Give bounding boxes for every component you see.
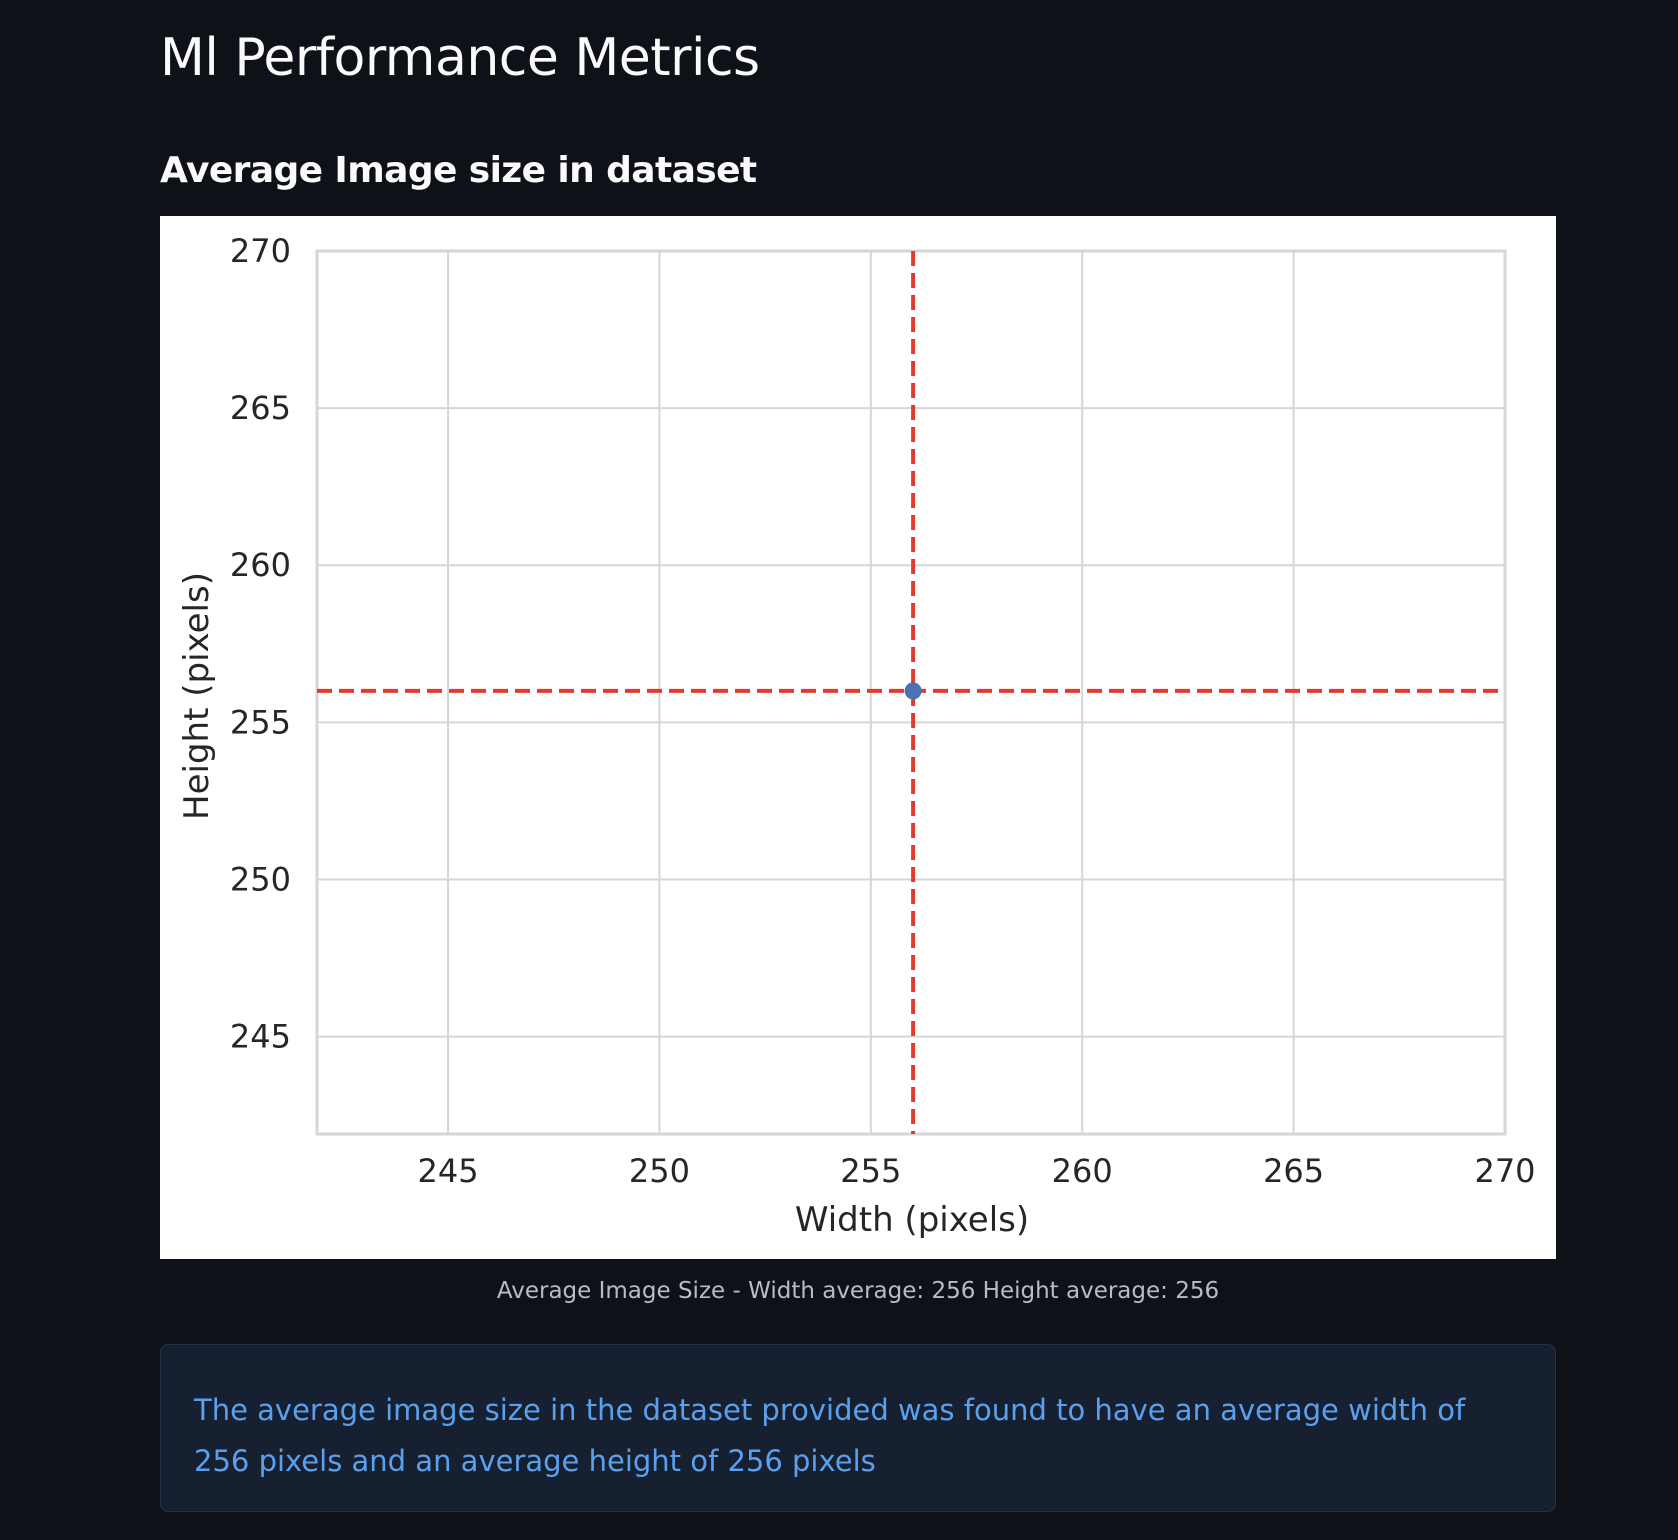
y-tick-label: 255	[230, 703, 291, 741]
page-title: Ml Performance Metrics	[160, 28, 760, 88]
info-alert-text: The average image size in the dataset pr…	[194, 1393, 1466, 1478]
y-tick-label: 250	[230, 860, 291, 898]
info-alert: The average image size in the dataset pr…	[160, 1344, 1556, 1512]
x-tick-label: 270	[1474, 1152, 1535, 1190]
x-axis-label: Width (pixels)	[795, 1200, 1029, 1240]
y-tick-label: 265	[230, 389, 291, 427]
data-point	[904, 682, 922, 700]
chart-figure: 245 250 255 260 265 270 245 250 255 260 265 270 Wid…	[160, 216, 1556, 1259]
scatter-chart: 245 250 255 260 265 270 245 250 255 260 265 270 Wid…	[177, 232, 1536, 1240]
x-tick-label: 245	[418, 1152, 479, 1190]
x-tick-label: 265	[1263, 1152, 1324, 1190]
chart-caption: Average Image Size - Width average: 256 …	[496, 1278, 1220, 1304]
data-points	[904, 682, 922, 700]
x-tick-label: 260	[1052, 1152, 1113, 1190]
x-tick-label: 250	[629, 1152, 690, 1190]
tick-labels: 245 250 255 260 265 270 245 250 255 260 265 270	[230, 232, 1536, 1190]
y-axis-label: Height (pixels)	[177, 572, 217, 820]
y-tick-label: 260	[230, 546, 291, 584]
y-tick-label: 270	[230, 232, 291, 270]
section-title: Average Image size in dataset	[160, 150, 757, 191]
x-tick-label: 255	[840, 1152, 901, 1190]
y-tick-label: 245	[230, 1018, 291, 1056]
